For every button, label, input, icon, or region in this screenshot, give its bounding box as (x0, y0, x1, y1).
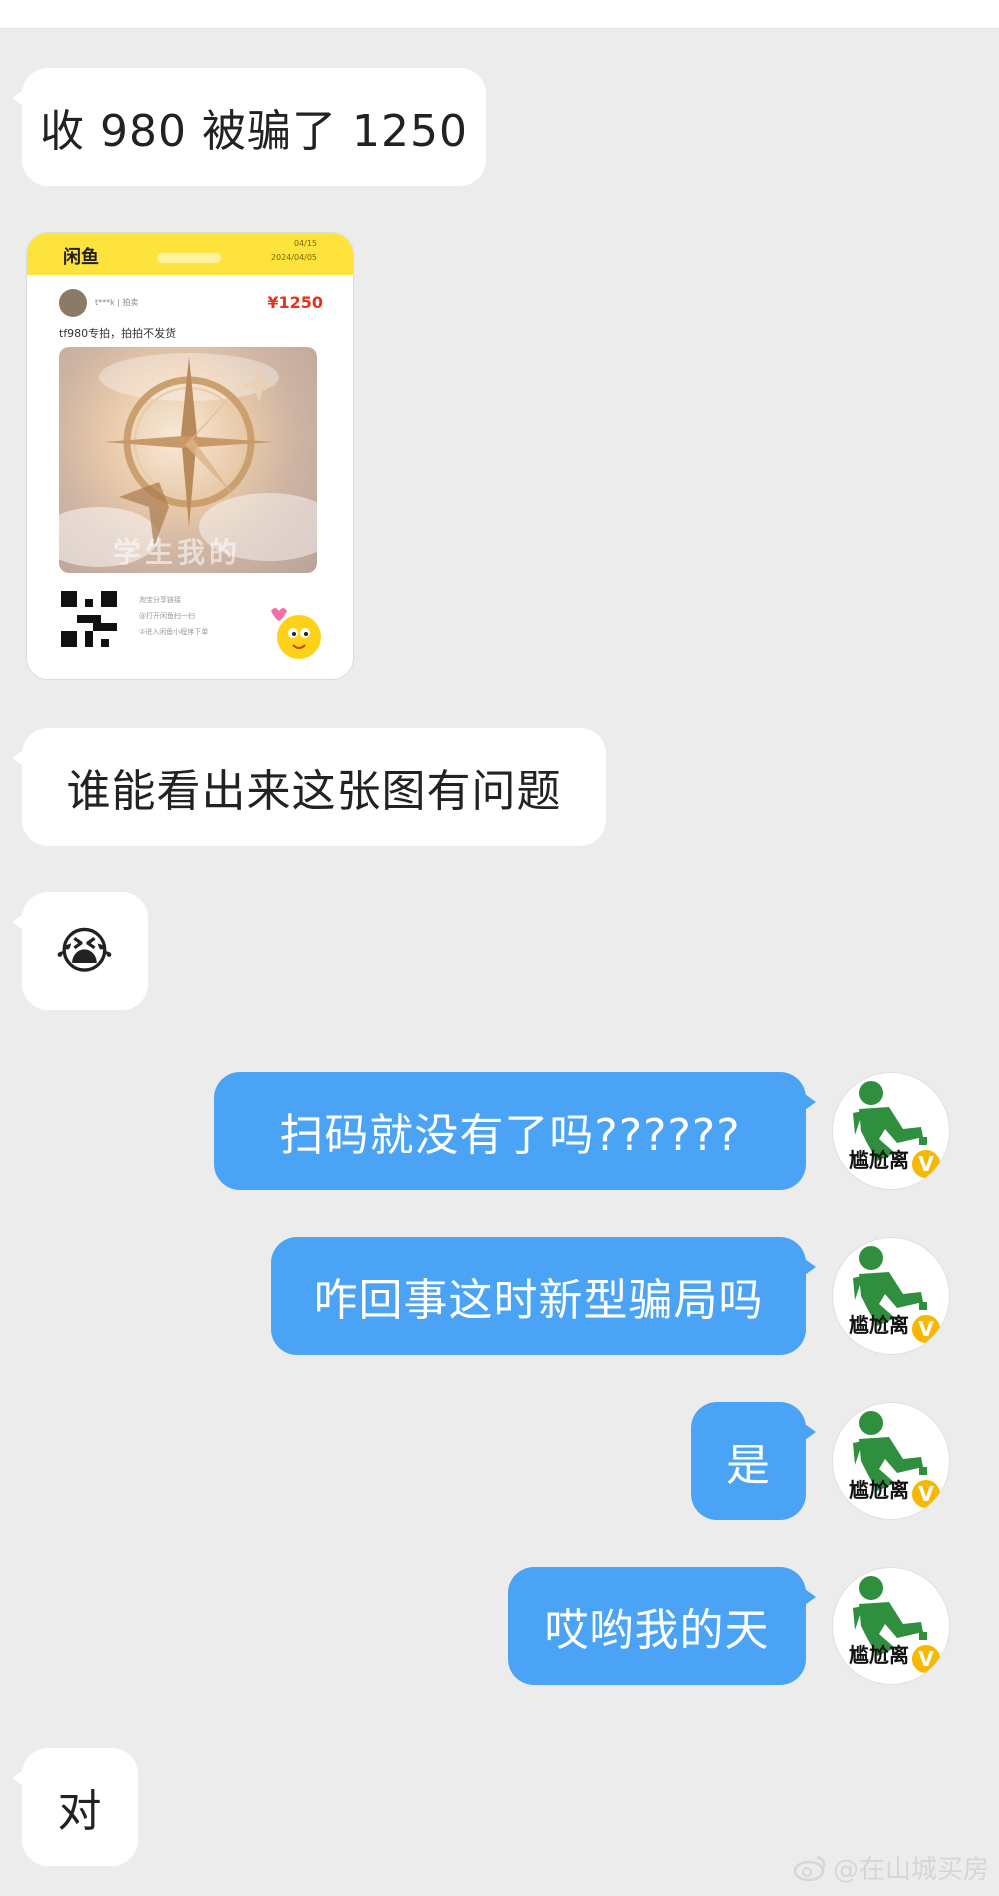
watermark-text: @在山城买房 (832, 1855, 989, 1885)
card-header-notch (157, 253, 221, 263)
seller-avatar (59, 289, 87, 317)
message-bubble-outgoing[interactable]: 是 (691, 1402, 816, 1520)
message-text: 咋回事这时新型骗局吗 (313, 1275, 764, 1326)
avatar-caption: 尴尬离 (849, 1313, 909, 1337)
qr-caption-1: 淘宝分享链接 (139, 596, 181, 604)
avatar[interactable]: 尴尬离 V (832, 1072, 950, 1190)
bubble-tail (802, 1092, 816, 1112)
card-brand: 闲鱼 (63, 247, 99, 268)
avatar[interactable]: 尴尬离 V (832, 1237, 950, 1355)
item-price: ¥1250 (267, 293, 323, 312)
message-text: 收 980 被骗了 1250 (40, 106, 468, 157)
verified-badge-icon: V (909, 1642, 943, 1676)
watermark: @在山城买房 (793, 1849, 989, 1886)
message-bubble-incoming[interactable]: 谁能看出来这张图有问题 (12, 728, 606, 846)
message-bubble-incoming[interactable]: 收 980 被骗了 1250 (12, 68, 486, 186)
message-bubble-outgoing[interactable]: 扫码就没有了吗?????? (214, 1072, 816, 1190)
bubble-tail (12, 1768, 26, 1788)
item-description: tf980专拍，拍拍不发货 (59, 327, 177, 340)
verified-badge-icon: V (909, 1477, 943, 1511)
card-header-info: 04/15 (293, 239, 317, 248)
top-bar (0, 0, 999, 29)
avatar-caption: 尴尬离 (849, 1478, 909, 1502)
shared-image-card[interactable]: 闲鱼 04/15 2024/04/05 t***k | 拍卖 ¥1250 tf9… (26, 232, 354, 680)
message-bubble-outgoing[interactable]: 哎哟我的天 (508, 1567, 816, 1685)
verified-badge-icon: V (909, 1312, 943, 1346)
message-text: 对 (57, 1786, 103, 1837)
qr-code[interactable] (61, 591, 117, 647)
qr-caption-3: ②进入闲鱼小程序下单 (139, 628, 209, 636)
artwork-watermark-text: 学生我的 (113, 536, 242, 569)
card-header-date: 2024/04/05 (270, 253, 317, 262)
qr-caption-2: @打开闲鱼扫一扫 (139, 612, 195, 620)
crying-face-icon: 😭 (55, 922, 115, 980)
message-bubble-incoming-emoji[interactable]: 😭 (12, 892, 148, 1010)
verified-badge-icon: V (909, 1147, 943, 1181)
seller-name: t***k | 拍卖 (95, 298, 139, 307)
avatar-caption: 尴尬离 (849, 1643, 909, 1667)
message-text: 是 (726, 1440, 771, 1491)
bubble-tail (12, 748, 26, 768)
item-artwork: 学生我的 (59, 347, 317, 573)
message-text: 谁能看出来这张图有问题 (66, 766, 562, 817)
message-text: 扫码就没有了吗?????? (279, 1110, 741, 1161)
card-body: t***k | 拍卖 ¥1250 tf980专拍，拍拍不发货 学生我的 淘宝分享… (55, 281, 327, 671)
mascot-icon (263, 597, 327, 661)
bubble-tail (12, 912, 26, 932)
bubble-tail (802, 1422, 816, 1442)
message-bubble-incoming[interactable]: 对 (12, 1748, 138, 1866)
avatar[interactable]: 尴尬离 V (832, 1402, 950, 1520)
avatar-caption: 尴尬离 (849, 1148, 909, 1172)
message-text: 哎哟我的天 (544, 1605, 770, 1656)
message-bubble-outgoing[interactable]: 咋回事这时新型骗局吗 (271, 1237, 816, 1355)
weibo-logo-icon (793, 1855, 826, 1881)
bubble-tail (12, 88, 26, 108)
avatar[interactable]: 尴尬离 V (832, 1567, 950, 1685)
bubble-tail (802, 1257, 816, 1277)
bubble-tail (802, 1587, 816, 1607)
